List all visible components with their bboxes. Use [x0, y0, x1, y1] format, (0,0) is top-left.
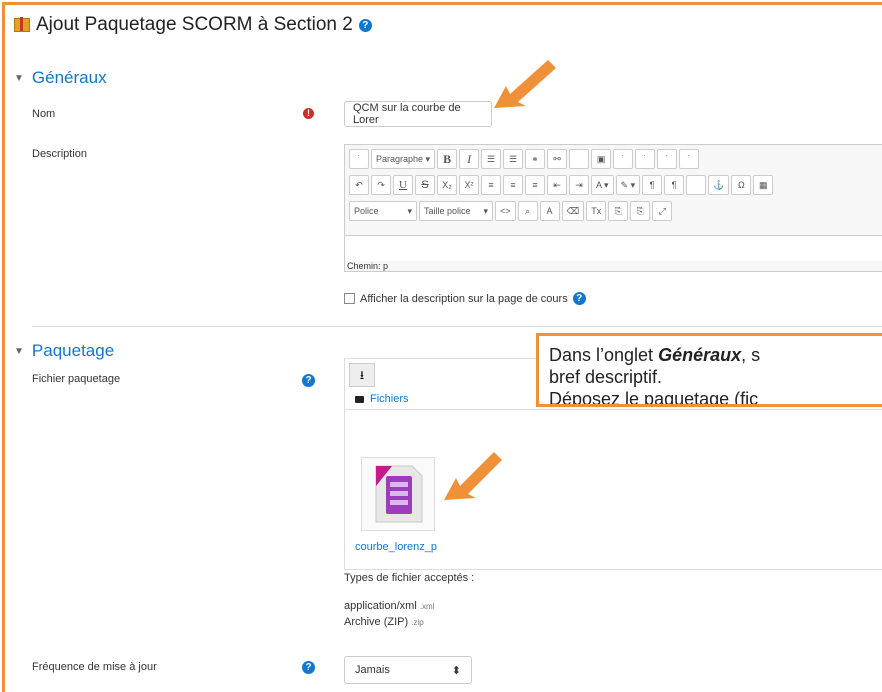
description-editor[interactable]: ˙ Paragraphe ▾ B I ☰ ☰ ⚭ ⚯ ▣ ˙ ˙ ˙ ˙ ↶ ↷… [344, 144, 882, 272]
type-ext: .xml [419, 602, 435, 611]
divider [32, 326, 882, 327]
help-icon[interactable]: ? [302, 374, 315, 387]
divider [345, 409, 882, 410]
paragraph-select[interactable]: Paragraphe ▾ [371, 149, 436, 169]
background-color-button[interactable]: ✎ ▾ [615, 175, 641, 195]
fichier-label: Fichier paquetage [32, 373, 121, 385]
paragraph-label: Paragraphe [376, 154, 424, 164]
callout-text: Dans l’onglet [549, 345, 659, 365]
package-icon [14, 17, 30, 32]
type-ext: .zip [411, 618, 424, 627]
page-title: Ajout Paquetage SCORM à Section 2 ? [14, 14, 372, 36]
folder-label[interactable]: Fichiers [370, 393, 409, 405]
download-icon[interactable]: ⭳ [349, 363, 375, 387]
superscript-button[interactable]: X² [459, 175, 479, 195]
eraser-icon[interactable]: ⌫ [561, 201, 585, 221]
instruction-callout: Dans l’onglet Généraux, s bref descripti… [536, 333, 882, 407]
help-icon[interactable]: ? [358, 18, 372, 32]
paste-text-icon[interactable]: ⎘ [608, 201, 629, 221]
pointer-arrow-icon [444, 452, 502, 500]
omega-icon[interactable]: Ω [731, 175, 752, 195]
section-generaux-label: Généraux [31, 68, 107, 87]
link-button[interactable]: ⚭ [525, 149, 546, 169]
section-paquetage-header[interactable]: ▼ Paquetage [14, 341, 114, 361]
help-icon[interactable]: ? [302, 661, 315, 674]
frequence-label: Fréquence de mise à jour [32, 661, 157, 673]
toolbar-toggle-button[interactable]: ˙ [349, 149, 369, 169]
page-title-text: Ajout Paquetage SCORM à Section 2 [36, 14, 353, 35]
outdent-button[interactable]: ⇤ [547, 175, 567, 195]
show-description-row[interactable]: Afficher la description sur la page de c… [344, 292, 586, 305]
pointer-arrow-icon [494, 60, 556, 108]
media-button[interactable]: ˙ [613, 149, 634, 169]
font-select[interactable]: Police ▾ [349, 201, 417, 221]
help-icon[interactable]: ? [572, 292, 586, 305]
nom-label: Nom [32, 108, 56, 120]
strikethrough-button[interactable]: S [415, 175, 435, 195]
clear-format-icon[interactable]: Tx [586, 201, 607, 221]
bullet-list-button[interactable]: ☰ [481, 149, 502, 169]
ltr-button[interactable]: ¶ [642, 175, 663, 195]
align-center-button[interactable]: ≡ [503, 175, 523, 195]
underline-button[interactable]: U [393, 175, 413, 195]
editor-content-area[interactable] [345, 235, 882, 261]
callout-emphasis: Généraux [658, 345, 742, 365]
align-right-button[interactable]: ≡ [525, 175, 545, 195]
anchor-button[interactable]: ⚓ [708, 175, 730, 195]
empty-button-2[interactable] [686, 175, 707, 195]
record-audio-button[interactable]: ˙ [635, 149, 656, 169]
frequence-select[interactable]: Jamais ⬍ [344, 656, 472, 684]
select-arrows-icon: ⬍ [451, 664, 461, 677]
file-thumbnail[interactable] [361, 457, 435, 531]
callout-line-2: bref descriptif. [549, 367, 663, 387]
table-icon[interactable]: ▦ [753, 175, 774, 195]
empty-button[interactable] [569, 149, 590, 169]
paste-word-icon[interactable]: ⎘ [630, 201, 651, 221]
unlink-button[interactable]: ⚯ [547, 149, 568, 169]
code-button[interactable]: <> [495, 201, 516, 221]
subscript-button[interactable]: X₂ [437, 175, 457, 195]
font-label: Police [354, 206, 379, 216]
redo-button[interactable]: ↷ [371, 175, 391, 195]
scorm-file-icon [375, 465, 423, 523]
show-description-label: Afficher la description sur la page de c… [360, 292, 568, 305]
section-generaux-header[interactable]: ▼ Généraux [14, 68, 107, 88]
file-name[interactable]: courbe_lorenz_p [355, 541, 437, 553]
chevron-down-icon: ▼ [14, 72, 24, 84]
font-size-label: Taille police [424, 206, 471, 216]
type-name: application/xml [344, 600, 417, 612]
rtl-button[interactable]: ¶ [664, 175, 685, 195]
callout-line-3: Déposez le paquetage (fic [549, 389, 759, 407]
folder-icon [355, 395, 364, 403]
search-replace-icon[interactable]: ⌕ [517, 201, 538, 221]
section-paquetage-label: Paquetage [31, 341, 115, 360]
spellcheck-icon[interactable]: A [539, 201, 560, 221]
font-size-select[interactable]: Taille police ▾ [419, 201, 493, 221]
type-name: Archive (ZIP) [344, 616, 409, 628]
text-color-button[interactable]: A ▾ [591, 175, 614, 195]
show-description-checkbox[interactable] [344, 293, 355, 304]
image-button[interactable]: ▣ [591, 149, 612, 169]
numbered-list-button[interactable]: ☰ [503, 149, 524, 169]
manage-files-button[interactable]: ˙ [679, 149, 700, 169]
folder-path[interactable]: Fichiers [355, 393, 409, 405]
bold-button[interactable]: B [437, 149, 458, 169]
fullscreen-icon[interactable]: ⤢ [652, 201, 673, 221]
required-icon: ! [303, 108, 314, 119]
frequence-value: Jamais [355, 664, 390, 676]
callout-text: , s [741, 345, 761, 365]
indent-button[interactable]: ⇥ [569, 175, 589, 195]
chevron-down-icon: ▼ [14, 345, 24, 357]
italic-button[interactable]: I [459, 149, 480, 169]
record-video-button[interactable]: ˙ [657, 149, 678, 169]
accepted-type-xml: application/xml .xml [344, 600, 435, 612]
editor-path: Chemin: p [347, 261, 389, 271]
align-left-button[interactable]: ≡ [481, 175, 501, 195]
description-label: Description [32, 148, 88, 160]
accepted-types-label: Types de fichier acceptés : [344, 572, 475, 584]
accepted-type-zip: Archive (ZIP) .zip [344, 616, 424, 628]
undo-button[interactable]: ↶ [349, 175, 369, 195]
callout-line-1: Dans l’onglet Généraux, s [549, 344, 882, 366]
nom-input[interactable]: QCM sur la courbe de Lorer [344, 101, 492, 127]
